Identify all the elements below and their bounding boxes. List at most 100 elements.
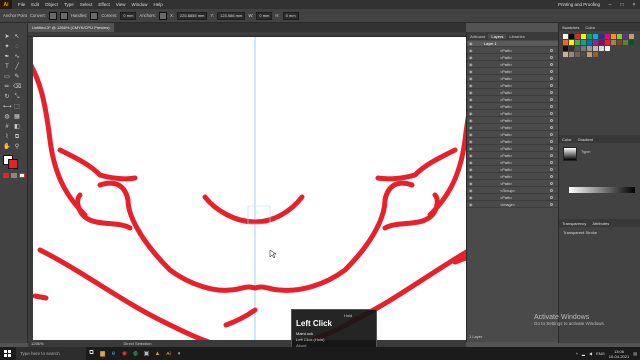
paintbrush-icon[interactable]: ✎: [13, 73, 21, 81]
tab-transparency[interactable]: Transparency: [559, 221, 589, 226]
artwork[interactable]: [33, 37, 466, 340]
layer-item-row[interactable]: ◉ <Path>: [467, 181, 559, 188]
tab-attributes[interactable]: Attributes: [589, 221, 612, 226]
volume-icon[interactable]: ◀: [589, 351, 592, 356]
eye-icon[interactable]: ◉: [469, 125, 474, 130]
eye-icon[interactable]: ◉: [469, 76, 474, 81]
layer-item-row[interactable]: ◉ <Path>: [467, 195, 559, 202]
layer-item-row[interactable]: ◉ <Path>: [467, 62, 559, 69]
left-inner-curl-path[interactable]: [75, 192, 133, 231]
corners-field[interactable]: 0 mm: [120, 11, 137, 20]
eye-icon[interactable]: ◉: [469, 69, 474, 74]
target-icon[interactable]: [550, 175, 553, 179]
menu-effect[interactable]: Effect: [98, 2, 109, 7]
tab-color[interactable]: Color: [582, 25, 598, 30]
target-icon[interactable]: [550, 203, 553, 207]
tab-gradient[interactable]: Gradient: [575, 137, 596, 142]
menu-help[interactable]: Help: [153, 2, 162, 7]
menu-file[interactable]: File: [18, 2, 25, 7]
layer-item-row[interactable]: ◉ <Path>: [467, 48, 559, 55]
mesh-tool-icon[interactable]: #: [3, 123, 11, 131]
stroke-swatch[interactable]: [8, 159, 18, 169]
layer-item-row[interactable]: ◉ <Path>: [467, 111, 559, 118]
layer-item-row[interactable]: ◉ <Path>: [467, 90, 559, 97]
left-upper-curl-path[interactable]: [57, 147, 138, 182]
target-icon[interactable]: [550, 133, 553, 137]
menu-window[interactable]: Window: [131, 2, 147, 7]
swatch-grid[interactable]: [563, 34, 639, 74]
left-outer-path[interactable]: [33, 60, 88, 218]
eye-icon[interactable]: ◉: [469, 202, 474, 207]
layer-item-row[interactable]: ◉ <Path>: [467, 167, 559, 174]
task-view-icon[interactable]: ⧉: [86, 347, 97, 360]
target-icon[interactable]: [550, 105, 553, 109]
layer-item-row[interactable]: ◉ <Path>: [467, 104, 559, 111]
eye-icon[interactable]: ◉: [469, 139, 474, 144]
language-indicator[interactable]: ENG: [596, 351, 605, 356]
menu-object[interactable]: Object: [45, 2, 58, 7]
bottom-center-path[interactable]: [223, 307, 258, 328]
eye-icon[interactable]: ◉: [469, 62, 474, 67]
target-icon[interactable]: [550, 84, 553, 88]
eye-icon[interactable]: ◉: [469, 132, 474, 137]
eye-icon[interactable]: ◉: [469, 111, 474, 116]
target-icon[interactable]: [550, 98, 553, 102]
convert-smooth-icon[interactable]: [48, 11, 57, 20]
gradient-mode-icon[interactable]: [11, 173, 17, 178]
zoom-level[interactable]: 1266%: [31, 341, 43, 346]
gradient-tool-icon[interactable]: ◧: [13, 123, 21, 131]
tab-artboard[interactable]: Artboard: [467, 34, 488, 39]
target-icon[interactable]: [550, 196, 553, 200]
target-icon[interactable]: [550, 112, 553, 116]
layer-item-row[interactable]: ◉ <Path>: [467, 174, 559, 181]
right-upper-curl-path[interactable]: [375, 147, 458, 182]
target-icon[interactable]: [550, 70, 553, 74]
target-icon[interactable]: [550, 56, 553, 60]
right-outer-path[interactable]: [427, 60, 466, 218]
direct-selection-tool-icon[interactable]: ↖: [13, 33, 21, 41]
eye-icon[interactable]: ◉: [469, 160, 474, 165]
eye-icon[interactable]: ◉: [469, 97, 474, 102]
eye-icon[interactable]: ◉: [469, 90, 474, 95]
handles-icon[interactable]: [90, 11, 99, 20]
left-lower-path[interactable]: [97, 180, 258, 293]
target-icon[interactable]: [550, 189, 553, 193]
eraser-icon[interactable]: ⌫: [13, 83, 21, 91]
minimize-button[interactable]: –: [604, 2, 616, 8]
scale-tool-icon[interactable]: ⤡: [13, 93, 21, 101]
gradient-preview[interactable]: [563, 147, 577, 161]
eye-icon[interactable]: ◉: [469, 48, 474, 53]
layer-item-row[interactable]: ◉ <Path>: [467, 132, 559, 139]
target-icon[interactable]: [550, 126, 553, 130]
transparency-option[interactable]: Transparent Stroke: [563, 230, 597, 235]
w-field[interactable]: 0 mm: [256, 11, 273, 20]
layer-item-row[interactable]: ◉ <Path>: [467, 97, 559, 104]
layer-item-row[interactable]: ◉ <Path>: [467, 160, 559, 167]
eye-icon[interactable]: ◉: [469, 167, 474, 172]
layer-item-row[interactable]: ◉ <Image>: [467, 202, 559, 209]
clock[interactable]: 13:06 10-04-2021: [609, 349, 629, 359]
tab-color-2[interactable]: Color: [559, 137, 575, 142]
lasso-icon[interactable]: ◌: [13, 43, 21, 51]
eye-icon[interactable]: ◉: [469, 174, 474, 179]
target-icon[interactable]: [550, 91, 553, 95]
magic-wand-icon[interactable]: ✦: [3, 43, 11, 51]
tab-libraries[interactable]: Libraries: [506, 34, 527, 39]
vlc-icon[interactable]: ▲: [152, 347, 163, 360]
right-lower-path[interactable]: [252, 180, 415, 293]
layer-item-row[interactable]: ◉ <Path>: [467, 118, 559, 125]
type-tool-icon[interactable]: T: [3, 63, 11, 71]
eye-icon[interactable]: ◉: [469, 181, 474, 186]
tray-arrow-icon[interactable]: ˄: [576, 351, 578, 356]
rotate-tool-icon[interactable]: ↻: [3, 93, 11, 101]
eye-icon[interactable]: ◉: [469, 195, 474, 200]
y-field[interactable]: 123.586 mm: [217, 11, 246, 20]
selection-tool-icon[interactable]: ➤: [3, 33, 11, 41]
close-button[interactable]: ×: [628, 2, 640, 8]
eye-icon[interactable]: ◉: [469, 55, 474, 60]
layer-item-row[interactable]: ◉ <Path>: [467, 55, 559, 62]
target-icon[interactable]: [550, 63, 553, 67]
target-icon[interactable]: [550, 147, 553, 151]
document-tab[interactable]: Untitled-3* @ 1266% (CMYK/CPU Preview): [28, 23, 114, 32]
rectangle-tool-icon[interactable]: ▭: [3, 73, 11, 81]
